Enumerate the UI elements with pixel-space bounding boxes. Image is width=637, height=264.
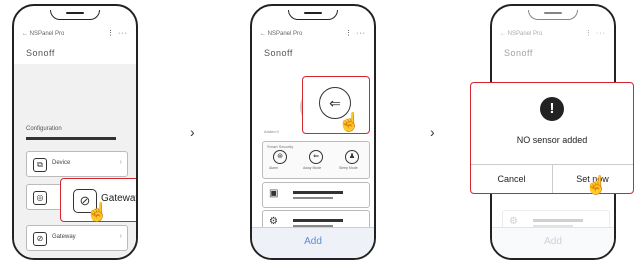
section-label: Added 0	[264, 129, 279, 134]
brand-logo: Sonoff	[26, 48, 55, 58]
cancel-button[interactable]: Cancel	[471, 165, 552, 193]
phone-speaker	[66, 12, 84, 14]
phone-screen-1: ← NSPanel Pro ⋮ ··· Sonoff Configuration…	[12, 4, 138, 260]
device-icon: ⧉	[33, 158, 47, 172]
alarm-label: Alarm	[269, 166, 279, 170]
back-nav[interactable]: ← NSPanel Pro	[22, 31, 64, 37]
door-icon[interactable]: ⇐	[309, 150, 323, 164]
device-name-placeholder	[293, 219, 343, 222]
gateway-icon: ⊘	[33, 232, 47, 246]
warning-icon: !	[540, 97, 564, 121]
device-name-placeholder	[293, 191, 343, 194]
phone-speaker	[304, 12, 322, 14]
gateway-row-label: Gateway	[52, 234, 76, 240]
device-status-placeholder	[293, 197, 333, 199]
panel-label: Smart Security	[267, 144, 294, 149]
person-icon[interactable]: ♟	[345, 150, 359, 164]
config-divider	[26, 137, 116, 140]
tap-hand-icon: ☝	[585, 175, 608, 195]
alarm-icon[interactable]: ⊛	[273, 150, 287, 164]
device-icon: ⚙	[269, 216, 278, 227]
dialog-message: NO sensor added	[516, 135, 588, 145]
add-button[interactable]: Add	[252, 236, 374, 247]
tap-hand-icon: ☝	[86, 202, 109, 222]
device-row[interactable]: ⧉ Device ›	[26, 151, 128, 177]
more-menu-icon[interactable]: ⋮ ···	[345, 29, 366, 37]
sleep-mode-label: Sleep Mode	[339, 166, 358, 170]
gateway-row[interactable]: ⊘ Gateway ›	[26, 225, 128, 251]
device-icon: ▣	[269, 188, 279, 199]
step-arrow: ›	[430, 124, 435, 140]
dialog-button-bar: Cancel Set now	[471, 164, 633, 193]
back-nav[interactable]: ← NSPanel Pro	[260, 31, 302, 37]
more-menu-icon[interactable]: ⋮ ···	[107, 29, 128, 37]
tap-hand-icon: ☝	[338, 112, 361, 132]
brand-logo: Sonoff	[264, 48, 293, 58]
add-bar: Add	[252, 227, 374, 258]
chevron-right-icon: ›	[119, 159, 122, 166]
device-label: Device	[52, 160, 71, 166]
no-sensor-dialog: ! NO sensor added Cancel Set now ☝	[470, 82, 634, 195]
step-arrow: ›	[190, 124, 195, 140]
config-section-label: Configuration	[26, 126, 62, 132]
away-mode-label: Away Mode	[303, 166, 322, 170]
phone-screen-2: ← NSPanel Pro ⋮ ··· Sonoff Added 0 Smart…	[250, 4, 376, 260]
chevron-right-icon: ›	[119, 233, 122, 240]
device-row[interactable]: ▣	[262, 182, 370, 208]
security-panel: Smart Security ⊛ Alarm ⇐ Away Mode ♟ Sle…	[262, 141, 370, 179]
settings-icon: ◎	[33, 191, 47, 205]
